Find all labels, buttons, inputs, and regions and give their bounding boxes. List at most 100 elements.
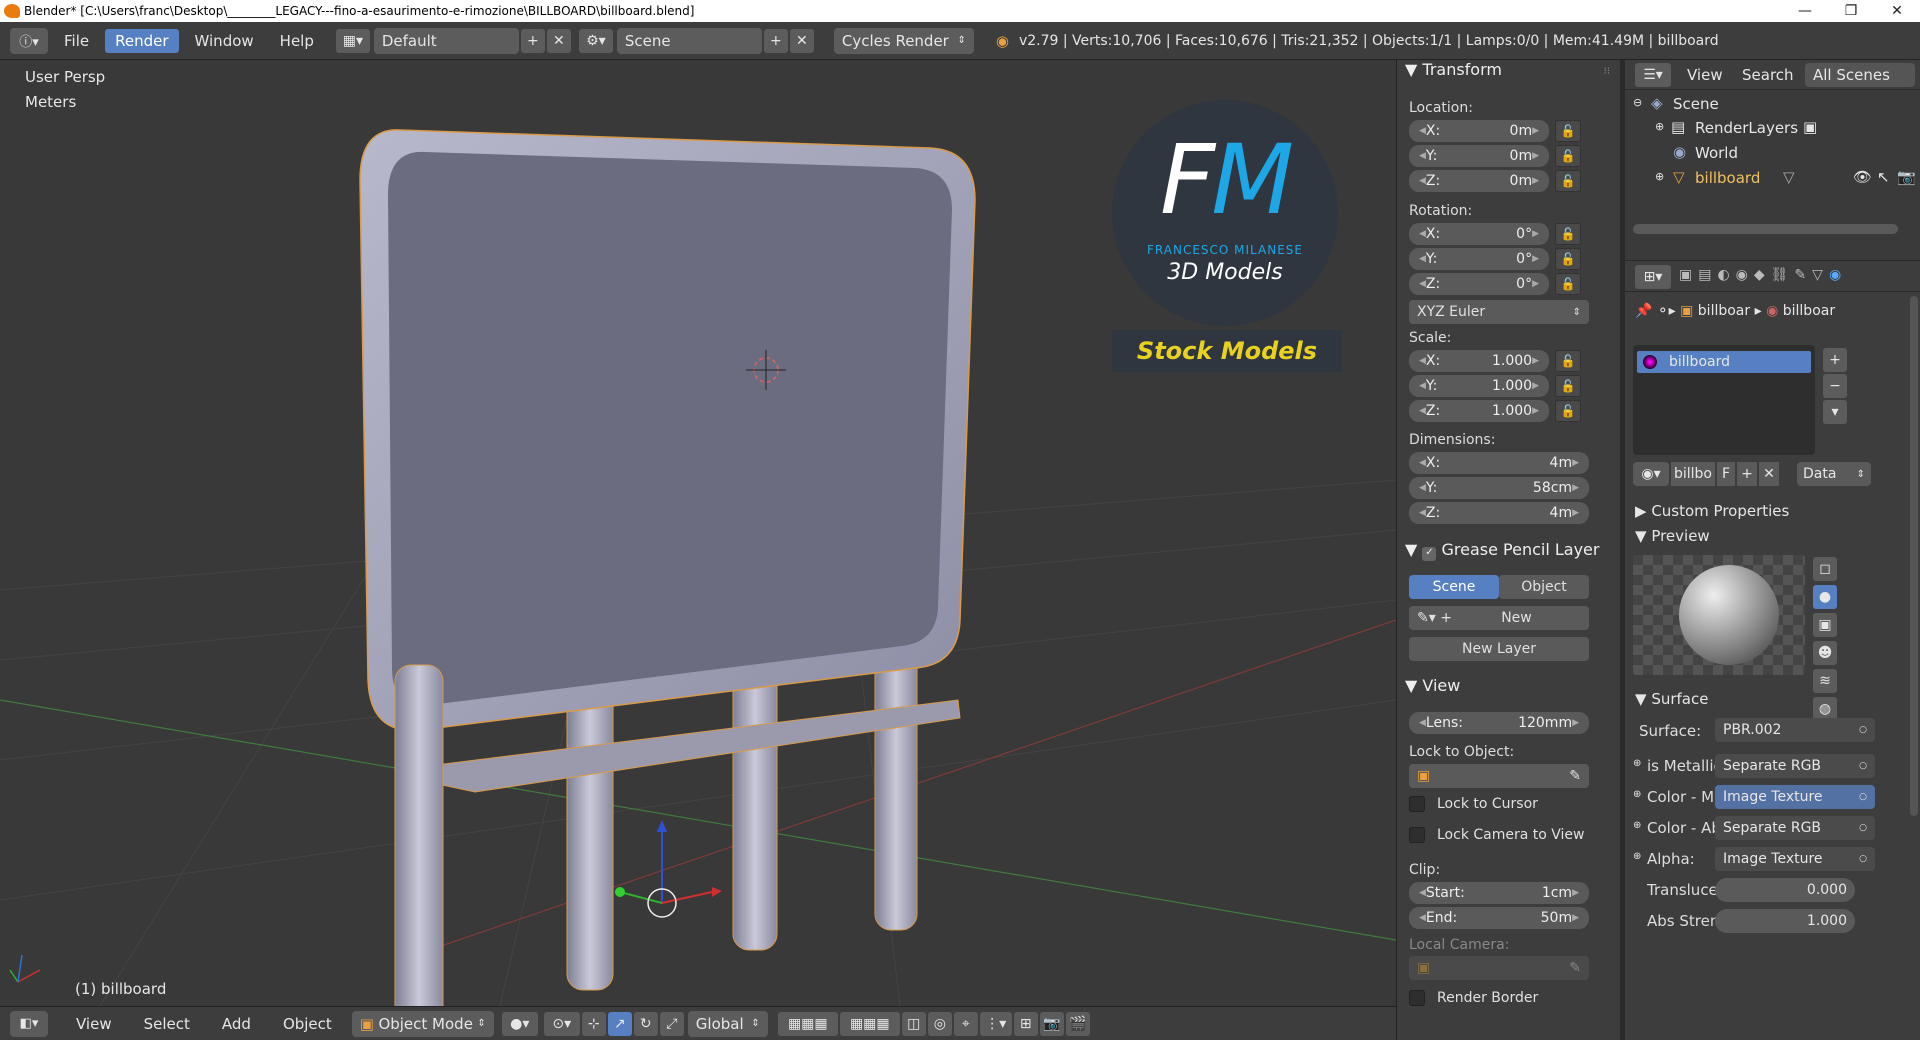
input-alpha-select[interactable]: Image Texture ○ (1715, 847, 1875, 871)
slot-specials-button[interactable]: ▾ (1823, 400, 1847, 424)
unlink-material-button[interactable]: ✕ (1759, 462, 1779, 486)
scale-y-field[interactable]: ◀ Y: 1.000 ▶ (1409, 375, 1549, 397)
render-camera-icon[interactable]: 📷 (1897, 168, 1916, 186)
expand-icon[interactable]: ⊕ (1633, 789, 1641, 800)
viewport-menu-object[interactable]: Object (273, 1012, 342, 1036)
decrement-arrow-icon[interactable]: ◀ (1419, 508, 1426, 518)
add-slot-button[interactable]: + (1823, 348, 1847, 372)
selectability-cursor-icon[interactable]: ↖ (1877, 168, 1890, 186)
grease-pencil-checkbox[interactable]: ✓ (1422, 547, 1437, 561)
lock-icon[interactable]: 🔓 (1555, 170, 1581, 192)
dimension-y-field[interactable]: ◀ Y: 58cm ▶ (1409, 477, 1589, 499)
remove-slot-button[interactable]: − (1823, 374, 1847, 398)
rotation-mode-select[interactable]: XYZ Euler ⇕ (1409, 300, 1589, 324)
mode-select[interactable]: ▣ Object Mode ⇕ (351, 1010, 494, 1037)
restore-icon[interactable]: ❐ (1828, 3, 1874, 19)
dimension-x-field[interactable]: ◀ X: 4m ▶ (1409, 452, 1589, 474)
increment-arrow-icon[interactable]: ▶ (1572, 483, 1579, 493)
decrement-arrow-icon[interactable]: ◀ (1419, 151, 1426, 161)
material-browse-button[interactable]: ◉▾ (1633, 462, 1669, 486)
expand-icon[interactable]: ⊕ (1633, 758, 1641, 769)
rotation-x-field[interactable]: ◀ X: 0° ▶ (1409, 223, 1549, 245)
decrement-arrow-icon[interactable]: ◀ (1419, 483, 1426, 493)
increment-arrow-icon[interactable]: ▶ (1532, 151, 1539, 161)
increment-arrow-icon[interactable]: ▶ (1572, 913, 1579, 923)
lock-layers-icon[interactable]: ◫ (901, 1011, 926, 1036)
viewport-menu-view[interactable]: View (66, 1012, 122, 1036)
decrement-arrow-icon[interactable]: ◀ (1419, 356, 1426, 366)
increment-arrow-icon[interactable]: ▶ (1572, 718, 1579, 728)
scale-manipulator-icon[interactable]: ⤢ (659, 1011, 684, 1036)
layers-grid-2[interactable]: ▦▦▦ (839, 1011, 900, 1036)
outliner-item-world[interactable]: World (1695, 144, 1738, 162)
decrement-arrow-icon[interactable]: ◀ (1419, 718, 1426, 728)
expand-icon[interactable]: ⊕ (1633, 851, 1641, 862)
input-color-ma-select[interactable]: Image Texture ○ (1715, 785, 1875, 809)
outliner-editor-type-button[interactable]: ☰▾ (1635, 63, 1671, 87)
properties-context-tabs[interactable]: ▣▤◐◉◆⛓✎▽◉ (1679, 267, 1847, 283)
rotation-y-field[interactable]: ◀ Y: 0° ▶ (1409, 248, 1549, 270)
lock-icon[interactable]: 🔓 (1555, 273, 1581, 295)
lock-icon[interactable]: 🔓 (1555, 145, 1581, 167)
collapse-icon[interactable]: ⊖ (1633, 96, 1642, 109)
preview-header[interactable]: ▼ Preview (1635, 527, 1710, 545)
input-color-ab-select[interactable]: Separate RGB ○ (1715, 816, 1875, 840)
minimize-icon[interactable]: — (1782, 3, 1828, 19)
expand-icon[interactable]: ⊕ (1633, 820, 1641, 831)
opengl-render-icon[interactable]: 📷 (1039, 1011, 1064, 1036)
increment-arrow-icon[interactable]: ▶ (1532, 254, 1539, 264)
remove-layout-button[interactable]: ✕ (546, 28, 571, 53)
properties-scrollbar[interactable] (1910, 296, 1918, 816)
increment-arrow-icon[interactable]: ▶ (1572, 888, 1579, 898)
material-link-select[interactable]: Data ⇕ (1797, 462, 1871, 486)
decrement-arrow-icon[interactable]: ◀ (1419, 229, 1426, 239)
custom-properties-header[interactable]: ▶ Custom Properties (1635, 502, 1789, 520)
abs-strength-slider[interactable]: 1.000 (1715, 909, 1855, 933)
checkbox-box[interactable] (1409, 796, 1425, 812)
outliner-item-billboard[interactable]: billboard (1695, 169, 1760, 187)
material-name-field[interactable]: billbo (1671, 462, 1715, 486)
menu-render[interactable]: Render (105, 28, 179, 53)
properties-editor-type-button[interactable]: ⊞▾ (1635, 265, 1671, 289)
decrement-arrow-icon[interactable]: ◀ (1419, 406, 1426, 416)
increment-arrow-icon[interactable]: ▶ (1532, 356, 1539, 366)
translucency-slider[interactable]: 0.000 (1715, 878, 1855, 902)
lens-field[interactable]: ◀ Lens: 120mm ▶ (1409, 712, 1589, 734)
translate-manipulator-icon[interactable]: ↗ (607, 1011, 632, 1036)
view-panel-header[interactable]: ▼ View (1405, 676, 1460, 695)
outliner-item-renderlayers[interactable]: RenderLayers (1695, 119, 1798, 137)
decrement-arrow-icon[interactable]: ◀ (1419, 458, 1426, 468)
opengl-animation-icon[interactable]: 🎬 (1065, 1011, 1090, 1036)
layout-icon[interactable]: ▦▾ (335, 28, 370, 53)
grease-tab-scene[interactable]: Scene (1409, 575, 1499, 599)
lock-icon[interactable]: 🔓 (1555, 223, 1581, 245)
preview-cube-icon[interactable]: ▣ (1813, 613, 1837, 637)
pivot-select[interactable]: ⊙▾ (543, 1011, 580, 1036)
expand-icon[interactable]: ⊕ (1655, 170, 1664, 183)
snap-element-select[interactable]: ⋮▾ (979, 1011, 1012, 1036)
viewport-menu-select[interactable]: Select (134, 1012, 200, 1036)
menu-window[interactable]: Window (185, 29, 264, 53)
lock-camera-checkbox[interactable]: Lock Camera to View (1409, 827, 1585, 843)
billboard-panel[interactable] (388, 151, 952, 706)
outliner-menu-search[interactable]: Search (1742, 66, 1794, 84)
lock-object-field[interactable]: ▣ ✎ (1409, 764, 1589, 788)
scale-z-field[interactable]: ◀ Z: 1.000 ▶ (1409, 400, 1549, 422)
lock-to-cursor-checkbox[interactable]: Lock to Cursor (1409, 796, 1538, 812)
proportional-edit-icon[interactable]: ◎ (927, 1011, 952, 1036)
increment-arrow-icon[interactable]: ▶ (1532, 279, 1539, 289)
increment-arrow-icon[interactable]: ▶ (1532, 381, 1539, 391)
menu-help[interactable]: Help (270, 29, 324, 53)
eyedropper-icon[interactable]: ✎ (1569, 768, 1581, 784)
info-editor-type-button[interactable]: ⓘ▾ (10, 27, 48, 54)
lock-icon[interactable]: 🔓 (1555, 400, 1581, 422)
render-engine-select[interactable]: Cycles Render ⇕ (833, 27, 974, 54)
increment-arrow-icon[interactable]: ▶ (1572, 508, 1579, 518)
fake-user-button[interactable]: F (1717, 462, 1735, 486)
add-scene-button[interactable]: + (763, 28, 788, 53)
increment-arrow-icon[interactable]: ▶ (1532, 126, 1539, 136)
scale-x-field[interactable]: ◀ X: 1.000 ▶ (1409, 350, 1549, 372)
material-slot-item[interactable]: billboard (1637, 351, 1811, 373)
decrement-arrow-icon[interactable]: ◀ (1419, 279, 1426, 289)
expand-icon[interactable]: ⊕ (1655, 120, 1664, 133)
